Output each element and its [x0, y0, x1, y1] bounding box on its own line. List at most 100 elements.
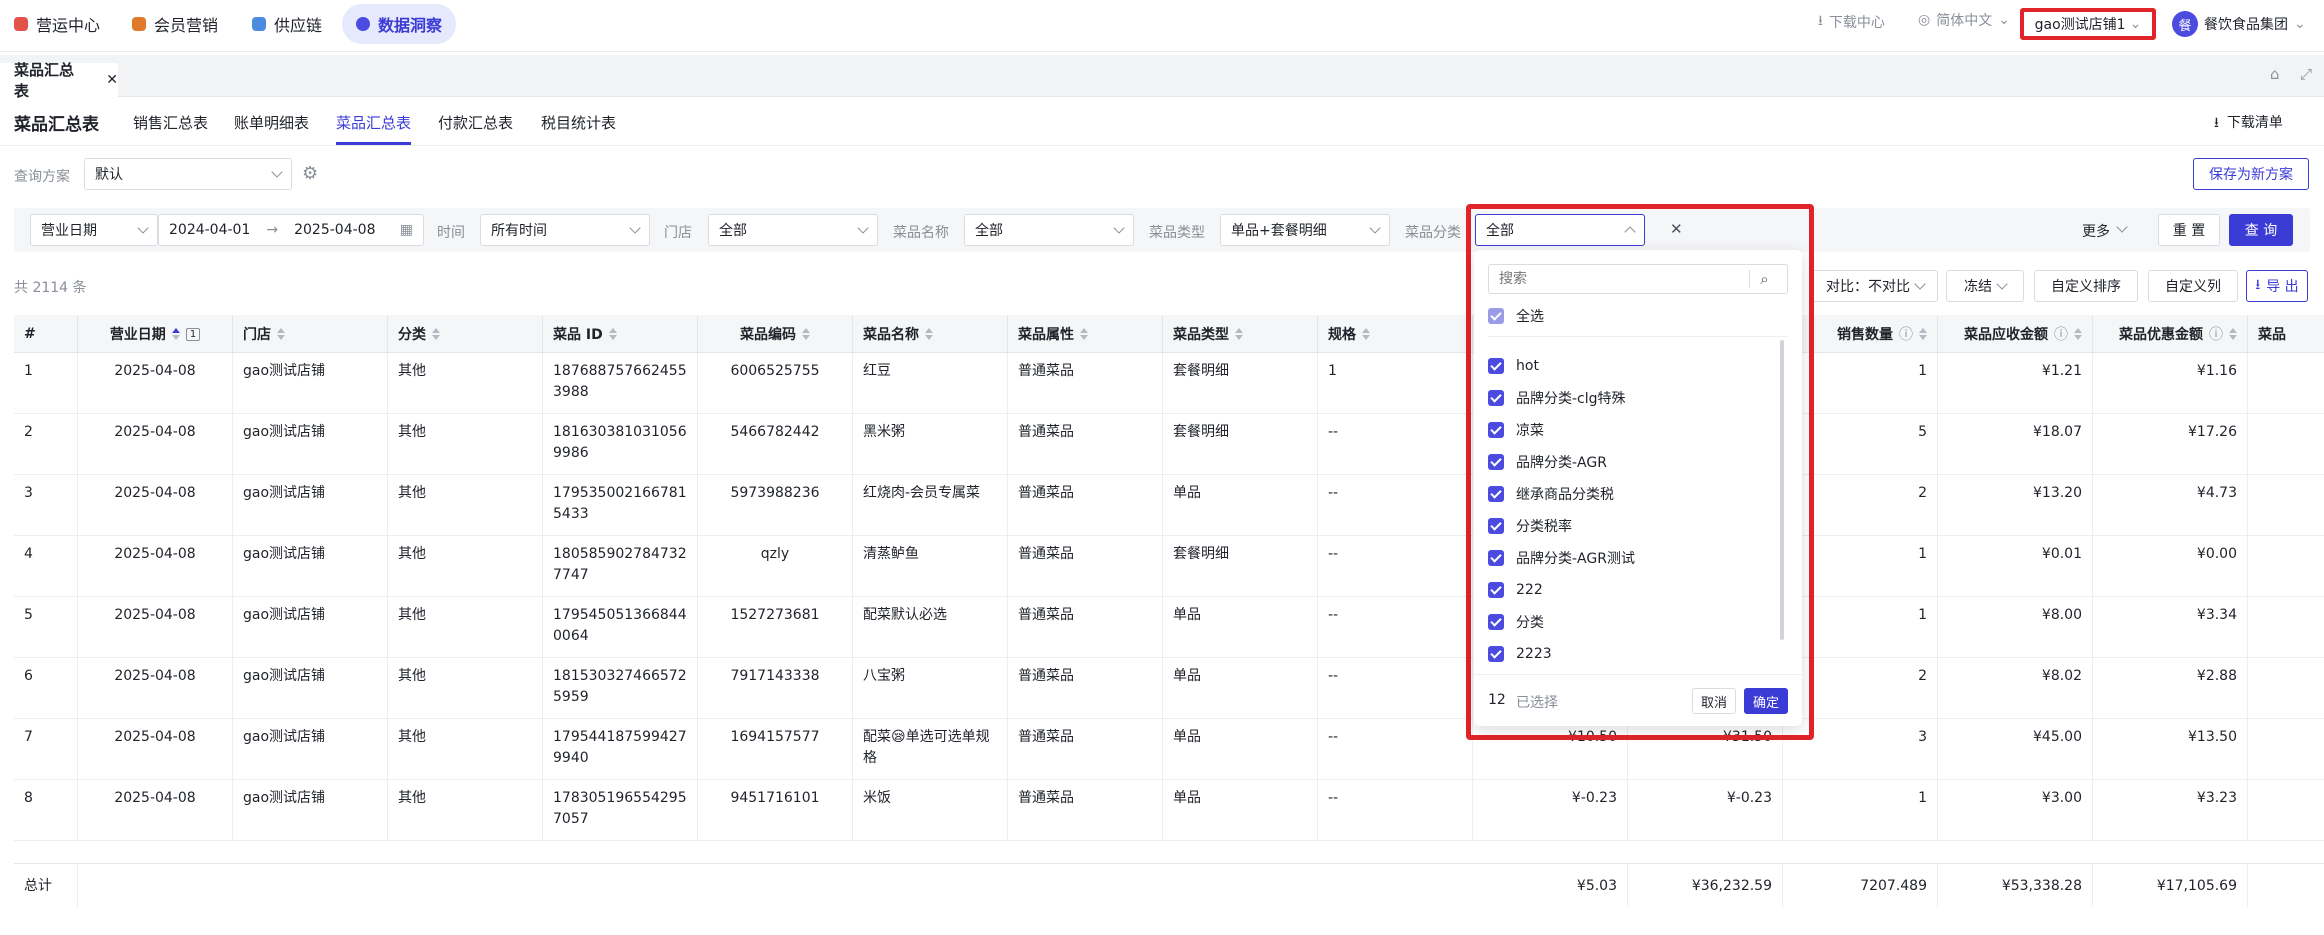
search-icon[interactable]: ⌕	[1749, 270, 1779, 288]
table-row[interactable]: 5 2025-04-08 gao测试店铺 其他 1795450513668440064 1…	[14, 597, 2324, 658]
sort-icon[interactable]	[925, 328, 933, 340]
category-option[interactable]: 凉菜	[1474, 418, 1774, 442]
sort-icon[interactable]	[608, 328, 617, 340]
category-option[interactable]: 分类	[1474, 610, 1774, 634]
nav-tab-data-insight[interactable]: 数据洞察	[342, 4, 457, 44]
query-button[interactable]: 查 询	[2229, 214, 2293, 246]
col-dish-attr[interactable]: 菜品属性	[1008, 315, 1163, 353]
sort-icon[interactable]	[277, 328, 285, 340]
category-option[interactable]: 222	[1474, 578, 1774, 602]
col-receivable[interactable]: 菜品应收金额 ⓘ	[1938, 315, 2093, 353]
cell-spec: --	[1318, 414, 1473, 475]
col-spec[interactable]: 规格	[1318, 315, 1473, 353]
org-switcher[interactable]: 餐 餐饮食品集团 ⌄	[2172, 11, 2306, 37]
dish-name-select[interactable]: 全部	[964, 214, 1134, 246]
scheme-select[interactable]: 默认	[84, 158, 292, 190]
sort-icon[interactable]	[1362, 328, 1370, 340]
language-select[interactable]: ◎ 简体中文 ⌄	[1918, 10, 2010, 30]
col-discount[interactable]: 菜品优惠金额 ⓘ	[2093, 315, 2248, 353]
nav-tab-member-marketing[interactable]: 会员营销	[118, 4, 232, 44]
table-row[interactable]: 3 2025-04-08 gao测试店铺 其他 1795350021667815433 5…	[14, 475, 2324, 536]
col-dish-id[interactable]: 菜品 ID	[543, 315, 698, 353]
data-insight-icon	[356, 17, 370, 31]
table-row[interactable]: 1 2025-04-08 gao测试店铺 其他 1876887576624553988 6…	[14, 353, 2324, 414]
export-button[interactable]: ⭳ 导 出	[2246, 270, 2308, 302]
scrollbar[interactable]	[1780, 340, 1784, 640]
page-tab-dish-summary[interactable]: 菜品汇总表 ✕	[0, 61, 118, 100]
table-row[interactable]: 7 2025-04-08 gao测试店铺 其他 1795441875994279940 1…	[14, 719, 2324, 780]
checkbox[interactable]	[1488, 422, 1504, 438]
select-all-option[interactable]: 全选	[1474, 304, 1774, 328]
dish-type-select[interactable]: 单品+套餐明细	[1220, 214, 1390, 246]
checkbox[interactable]	[1488, 518, 1504, 534]
save-new-scheme-button[interactable]: 保存为新方案	[2193, 158, 2309, 190]
help-icon[interactable]: ⓘ	[2054, 324, 2068, 344]
table-row[interactable]: 4 2025-04-08 gao测试店铺 其他 1805859027847327747 q…	[14, 536, 2324, 597]
sort-icon[interactable]	[1235, 328, 1243, 340]
category-option[interactable]: 品牌分类-clg特殊	[1474, 386, 1774, 410]
custom-columns-button[interactable]: 自定义列	[2148, 270, 2238, 302]
category-option[interactable]: hot	[1474, 354, 1774, 378]
date-range-picker[interactable]: 2024-04-01 → 2025-04-08 ▦	[158, 214, 424, 246]
nav-tab-supply-chain[interactable]: 供应链	[238, 4, 336, 44]
tab-bill-detail[interactable]: 账单明细表	[234, 112, 309, 133]
checkbox[interactable]	[1488, 390, 1504, 406]
date-type-select[interactable]: 营业日期	[30, 214, 158, 246]
dropdown-search-input[interactable]	[1489, 266, 1749, 292]
sort-icon[interactable]	[171, 328, 180, 340]
checkbox[interactable]	[1488, 614, 1504, 630]
category-option[interactable]: 品牌分类-AGR	[1474, 450, 1774, 474]
table-row[interactable]: 8 2025-04-08 gao测试店铺 其他 1783051965542957057 9…	[14, 780, 2324, 841]
table-row[interactable]: 6 2025-04-08 gao测试店铺 其他 1815303274665725959 7…	[14, 658, 2324, 719]
help-icon[interactable]: ⓘ	[1899, 324, 1913, 344]
tab-dish-summary[interactable]: 菜品汇总表	[336, 112, 412, 145]
checkbox[interactable]	[1488, 308, 1504, 324]
tab-sales-summary[interactable]: 销售汇总表	[133, 112, 208, 133]
category-option[interactable]: 2223	[1474, 642, 1774, 666]
help-icon[interactable]: ⓘ	[2209, 324, 2223, 344]
time-select[interactable]: 所有时间	[480, 214, 650, 246]
tab-payment-summary[interactable]: 付款汇总表	[438, 112, 513, 133]
category-option[interactable]: 继承商品分类税	[1474, 482, 1774, 506]
col-dish-code[interactable]: 菜品编码	[698, 315, 853, 353]
sort-icon[interactable]	[802, 328, 810, 340]
col-business-date[interactable]: 营业日期 1	[78, 315, 233, 353]
tab-tax-statistics[interactable]: 税目统计表	[541, 112, 616, 133]
col-dish-type[interactable]: 菜品类型	[1163, 315, 1318, 353]
checkbox[interactable]	[1488, 486, 1504, 502]
sort-icon[interactable]	[432, 328, 440, 340]
close-icon[interactable]: ✕	[106, 72, 118, 88]
store-select[interactable]: 全部	[708, 214, 878, 246]
col-more[interactable]: 菜品	[2248, 315, 2324, 353]
cell-category: 其他	[388, 536, 543, 597]
fullscreen-icon[interactable]: ⤢	[2300, 65, 2312, 83]
store-switcher[interactable]: gao测试店铺1 ⌄	[2020, 8, 2156, 40]
category-option[interactable]: 品牌分类-AGR测试	[1474, 546, 1774, 570]
sort-icon[interactable]	[2229, 328, 2237, 340]
checkbox[interactable]	[1488, 646, 1504, 662]
compare-select[interactable]: 对比：不对比	[1812, 270, 1938, 302]
sort-icon[interactable]	[1080, 328, 1088, 340]
checkbox[interactable]	[1488, 358, 1504, 374]
col-store[interactable]: 门店	[233, 315, 388, 353]
freeze-select[interactable]: 冻结	[1946, 270, 2024, 302]
checkbox[interactable]	[1488, 550, 1504, 566]
category-option[interactable]: 分类税率	[1474, 514, 1774, 538]
home-icon[interactable]: ⌂	[2270, 65, 2280, 83]
more-filters-button[interactable]: 更多	[2082, 221, 2128, 241]
custom-sort-button[interactable]: 自定义排序	[2034, 270, 2138, 302]
nav-tab-operations[interactable]: 营运中心	[0, 4, 114, 44]
col-dish-name[interactable]: 菜品名称	[853, 315, 1008, 353]
reset-button[interactable]: 重 置	[2158, 214, 2220, 246]
cancel-button[interactable]: 取消	[1692, 688, 1736, 714]
sort-icon[interactable]	[2074, 328, 2082, 340]
settings-icon[interactable]: ⚙	[302, 163, 318, 184]
confirm-button[interactable]: 确定	[1744, 688, 1788, 714]
table-row[interactable]: 2 2025-04-08 gao测试店铺 其他 1816303810310569986 5…	[14, 414, 2324, 475]
checkbox[interactable]	[1488, 454, 1504, 470]
sort-icon[interactable]	[1919, 328, 1927, 340]
col-category[interactable]: 分类	[388, 315, 543, 353]
checkbox[interactable]	[1488, 582, 1504, 598]
download-center-link[interactable]: ⭳ 下载中心	[1818, 10, 1885, 34]
download-list-button[interactable]: ⭳ 下载清单	[2214, 112, 2283, 136]
